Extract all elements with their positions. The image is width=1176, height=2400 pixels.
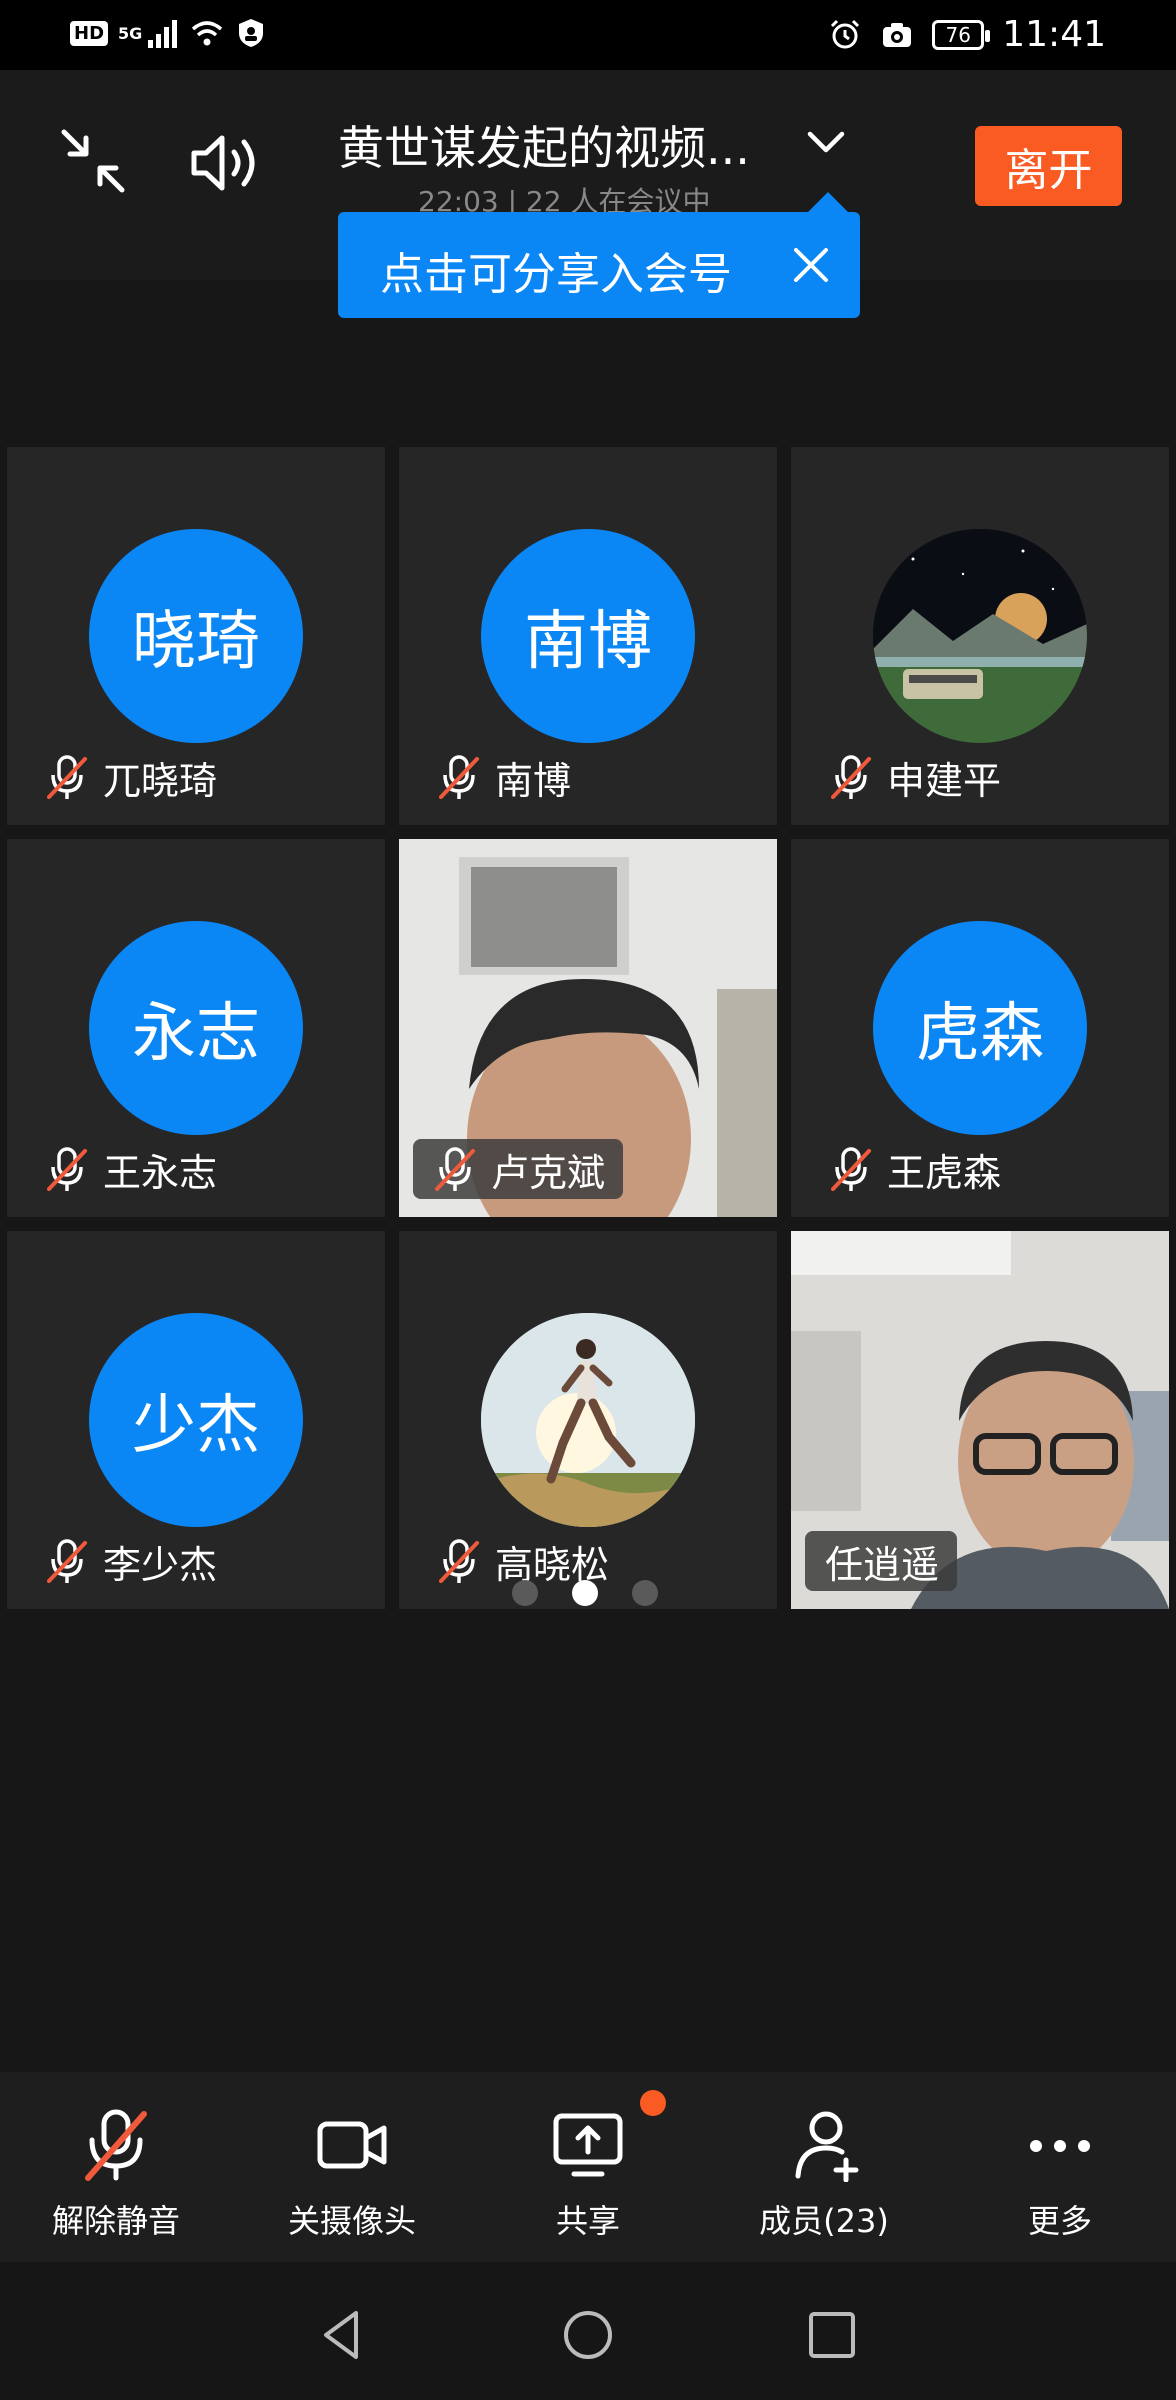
add-member-icon bbox=[795, 2111, 859, 2182]
avatar: 永志 bbox=[89, 921, 303, 1135]
page-dot-active[interactable] bbox=[572, 1580, 598, 1606]
share-label: 共享 bbox=[555, 2202, 620, 2240]
mic-off-icon bbox=[85, 2109, 147, 2181]
home-icon[interactable] bbox=[560, 2307, 616, 2363]
mic-off-icon bbox=[831, 755, 871, 799]
status-right: 76 11:41 bbox=[828, 14, 1106, 55]
participant-tile[interactable]: 少杰 李少杰 bbox=[7, 1231, 385, 1609]
participant-name: 兀晓琦 bbox=[103, 758, 218, 803]
participant-label: 任逍遥 bbox=[805, 1531, 958, 1591]
avatar: 晓琦 bbox=[89, 529, 303, 743]
participant-tile[interactable]: 申建平 bbox=[791, 447, 1169, 825]
share-button[interactable]: 共享 bbox=[488, 2108, 688, 2242]
participant-tile[interactable]: 高晓松 bbox=[399, 1231, 777, 1609]
participant-name: 南博 bbox=[495, 758, 572, 803]
video-camera-icon bbox=[317, 2121, 387, 2169]
participant-name: 卢克斌 bbox=[491, 1150, 606, 1195]
members-label: 成员(23) bbox=[759, 2202, 889, 2240]
back-icon[interactable] bbox=[314, 2307, 370, 2363]
participant-label: 王永志 bbox=[45, 1139, 217, 1199]
network-label: 5G bbox=[118, 23, 143, 43]
chevron-down-icon[interactable] bbox=[806, 128, 846, 158]
landscape-image bbox=[873, 529, 1087, 743]
mic-off-icon bbox=[47, 755, 87, 799]
avatar-photo bbox=[481, 1313, 695, 1527]
participant-name: 任逍遥 bbox=[825, 1542, 940, 1587]
participant-video-tile[interactable]: 任逍遥 bbox=[791, 1231, 1169, 1609]
runner-image bbox=[481, 1313, 695, 1527]
avatar: 南博 bbox=[481, 529, 695, 743]
unmute-button[interactable]: 解除静音 bbox=[16, 2108, 216, 2242]
participant-tile[interactable]: 虎森 王虎森 bbox=[791, 839, 1169, 1217]
mic-off-icon bbox=[439, 755, 479, 799]
recent-apps-icon[interactable] bbox=[804, 2307, 860, 2363]
signal-icon bbox=[148, 20, 178, 48]
battery-indicator: 76 bbox=[932, 19, 991, 50]
mic-off-icon bbox=[439, 1539, 479, 1583]
clock: 11:41 bbox=[1002, 14, 1106, 55]
participant-name: 王虎森 bbox=[887, 1150, 1002, 1195]
minimize-icon[interactable] bbox=[58, 126, 128, 196]
status-left: HD 5G bbox=[70, 16, 268, 50]
share-tooltip[interactable]: 点击可分享入会号 bbox=[338, 192, 860, 318]
participant-tile[interactable]: 永志 王永志 bbox=[7, 839, 385, 1217]
more-label: 更多 bbox=[1027, 2202, 1092, 2240]
participant-name: 王永志 bbox=[103, 1150, 218, 1195]
system-nav-bar bbox=[0, 2262, 1176, 2400]
tooltip-text: 点击可分享入会号 bbox=[380, 249, 732, 300]
leave-button[interactable]: 离开 bbox=[975, 126, 1122, 206]
participant-label: 南博 bbox=[437, 747, 571, 807]
page-dot[interactable] bbox=[632, 1580, 658, 1606]
participant-label: 王虎森 bbox=[829, 1139, 1001, 1199]
more-button[interactable]: 更多 bbox=[960, 2108, 1160, 2242]
participant-tile[interactable]: 晓琦 兀晓琦 bbox=[7, 447, 385, 825]
participant-label: 兀晓琦 bbox=[45, 747, 217, 807]
mic-off-icon bbox=[435, 1147, 475, 1191]
screen-share-icon bbox=[553, 2113, 623, 2177]
mic-off-icon bbox=[47, 1147, 87, 1191]
status-bar: HD 5G 76 11:41 bbox=[0, 0, 1176, 70]
camera-off-button[interactable]: 关摄像头 bbox=[252, 2108, 452, 2242]
unmute-label: 解除静音 bbox=[51, 2202, 180, 2240]
close-icon[interactable] bbox=[788, 242, 834, 288]
pagination-dots[interactable] bbox=[512, 1580, 658, 1606]
hd-indicator: HD bbox=[70, 20, 109, 46]
meeting-toolbar: 解除静音 关摄像头 共享 成员(23) 更多 bbox=[0, 2072, 1176, 2262]
participant-video-tile[interactable]: 卢克斌 bbox=[399, 839, 777, 1217]
meeting-title[interactable]: 黄世谋发起的视频... bbox=[338, 112, 750, 178]
share-notification-dot bbox=[640, 2090, 666, 2116]
participant-label: 卢克斌 bbox=[413, 1139, 624, 1199]
mic-off-icon bbox=[831, 1147, 871, 1191]
participant-name: 申建平 bbox=[887, 758, 1002, 803]
avatar: 虎森 bbox=[873, 921, 1087, 1135]
camera-status-icon bbox=[883, 22, 912, 47]
page-dot[interactable] bbox=[512, 1580, 538, 1606]
wifi-icon bbox=[192, 21, 223, 46]
participant-label: 申建平 bbox=[829, 747, 1001, 807]
alarm-icon bbox=[831, 19, 860, 48]
camera-off-label: 关摄像头 bbox=[287, 2202, 416, 2240]
more-dots-icon bbox=[1030, 2140, 1090, 2152]
vpn-shield-icon bbox=[239, 19, 264, 47]
speaker-icon[interactable] bbox=[188, 128, 268, 198]
participant-grid: 晓琦 兀晓琦 南博 南博 申建平 永志 王永志 卢克斌 虎森 王虎森 少杰 李少… bbox=[7, 447, 1169, 1609]
avatar-photo bbox=[873, 529, 1087, 743]
members-button[interactable]: 成员(23) bbox=[724, 2108, 924, 2242]
mic-off-icon bbox=[47, 1539, 87, 1583]
avatar: 少杰 bbox=[89, 1313, 303, 1527]
participant-name: 李少杰 bbox=[103, 1542, 218, 1587]
participant-tile[interactable]: 南博 南博 bbox=[399, 447, 777, 825]
participant-label: 李少杰 bbox=[45, 1531, 217, 1591]
